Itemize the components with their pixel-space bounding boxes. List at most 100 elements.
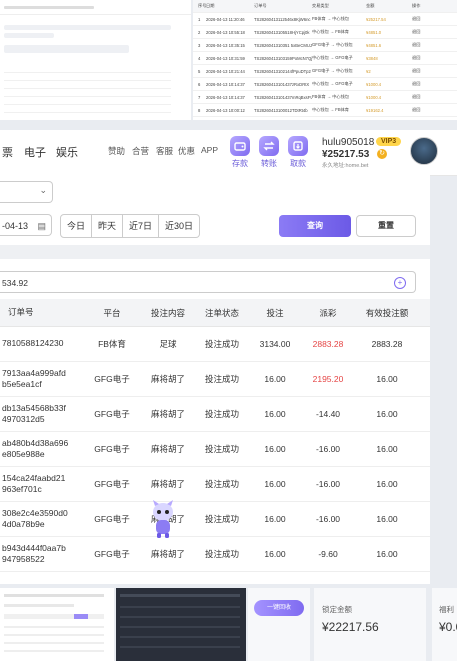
records-row: 1 2026-04-13 11:20:46 TS28260413112546x8Kj… bbox=[193, 13, 457, 26]
cell-status: 投注成功 bbox=[204, 373, 239, 384]
deposit-label[interactable]: 存款 bbox=[225, 158, 255, 169]
cell-effective bbox=[362, 571, 412, 584]
cell-payout: -16.00 bbox=[315, 478, 341, 489]
wallet-balance: ¥25217.53 bbox=[322, 149, 370, 160]
table-row[interactable]: 7810588124230 FB体育 足球 投注成功 3134.00 2883.28 288… bbox=[0, 326, 430, 362]
records-row: 3 2026-04-13 10:35:15 TS2826041310351 5xBe… bbox=[193, 39, 457, 52]
records-cell[interactable]: 退回 bbox=[412, 55, 442, 61]
cell-id: b943d444f0aa7b 947958522 bbox=[2, 542, 66, 564]
locked-amount-label: 锁定金额 bbox=[322, 605, 352, 614]
thumbnail-screenshot-bottom-left bbox=[0, 588, 114, 661]
nav-item-partner[interactable]: 合营 bbox=[132, 145, 149, 157]
records-cell: ¥1000.4 bbox=[366, 94, 382, 100]
nav-item-electronic[interactable]: 电子 bbox=[24, 144, 46, 160]
cell-effective: 16.00 bbox=[376, 548, 398, 559]
table-row[interactable]: b943d444f0aa7b 947958522 GFG电子 麻将胡了 投注成功 16.… bbox=[0, 536, 430, 572]
cell-status bbox=[196, 571, 248, 584]
quick-date-today[interactable]: 今日 bbox=[60, 214, 93, 238]
records-cell: 2 bbox=[198, 29, 201, 35]
quick-date-7days[interactable]: 近7日 bbox=[123, 214, 160, 238]
nav-item-sponsor[interactable]: 赞助 bbox=[108, 145, 125, 157]
records-cell: 2026-04-13 10:00:12 bbox=[206, 107, 245, 113]
search-button[interactable]: 查询 bbox=[279, 215, 351, 237]
cell-platform: GFG电子 bbox=[94, 373, 130, 384]
records-cell[interactable]: 退回 bbox=[412, 107, 442, 113]
records-cell: 5 bbox=[198, 68, 201, 74]
cell-id: a49b27345894b bbox=[2, 571, 90, 584]
reset-button[interactable]: 重置 bbox=[356, 215, 416, 237]
avatar[interactable] bbox=[410, 137, 438, 165]
nav-item-service[interactable]: 客服 bbox=[156, 145, 173, 157]
thumbnail-nav bbox=[0, 0, 191, 15]
add-circle-icon[interactable]: + bbox=[394, 277, 406, 289]
quick-date-30days[interactable]: 近30日 bbox=[159, 214, 201, 238]
records-cell: 中心钱包 → GFG电子 bbox=[312, 81, 353, 86]
table-row[interactable]: a49b27345894b bbox=[0, 571, 430, 584]
cell-content: 麻将胡了 bbox=[150, 373, 185, 384]
withdraw-icon[interactable] bbox=[288, 136, 308, 156]
records-cell[interactable]: 退回 bbox=[412, 16, 442, 22]
records-cell: ¥3848 bbox=[366, 55, 378, 61]
table-row[interactable]: 308e2c4e3590d0 4d0a78b9eGFG电子麻将胡了投注成功16.… bbox=[0, 501, 430, 537]
cell-effective: 16.00 bbox=[376, 443, 398, 454]
nav-item-lottery[interactable]: 票 bbox=[2, 144, 13, 160]
cell-effective: 2883.28 bbox=[371, 338, 403, 349]
withdraw-label[interactable]: 取款 bbox=[283, 158, 313, 169]
records-cell: 中心钱包 → FB体育 bbox=[312, 29, 349, 34]
thumbnail-row bbox=[4, 82, 171, 89]
records-row: 7 2026-04-13 10:14:37 TS28260413101437mRqB… bbox=[193, 91, 457, 104]
cell-bet: 16.00 bbox=[264, 443, 286, 454]
quick-date-yesterday[interactable]: 昨天 bbox=[92, 214, 124, 238]
records-cell[interactable]: 退回 bbox=[412, 29, 442, 35]
welfare-label: 福利 bbox=[439, 605, 454, 614]
thumbnail-line bbox=[4, 33, 54, 38]
transfer-label[interactable]: 转账 bbox=[254, 158, 284, 169]
cell-payout: -9.60 bbox=[318, 548, 338, 559]
nav-item-promo[interactable]: 优惠 bbox=[178, 145, 195, 157]
header-content: 投注内容 bbox=[150, 307, 185, 318]
cell-effective: 16.00 bbox=[376, 408, 398, 419]
date-input[interactable]: -04-13 ▤ bbox=[0, 214, 52, 236]
cell-content: 麻将胡了 bbox=[150, 478, 185, 489]
cell-payout bbox=[306, 571, 350, 584]
records-row: 8 2026-04-13 10:00:12 TS28260413100012TDtR… bbox=[193, 104, 457, 117]
recycle-card bbox=[248, 588, 310, 661]
cell-platform: GFG电子 bbox=[94, 548, 130, 559]
order-search-value: 534.92 bbox=[2, 278, 28, 288]
cell-platform: GFG电子 bbox=[94, 443, 130, 454]
records-cell[interactable]: 退回 bbox=[412, 94, 442, 100]
records-cell: TS2826041310351 5xBeCMUJrl bbox=[254, 42, 312, 48]
cell-bet bbox=[254, 571, 296, 584]
records-cell[interactable]: 退回 bbox=[412, 68, 442, 74]
transfer-icon[interactable] bbox=[259, 136, 279, 156]
table-row[interactable]: db13a54568b33f 4970312d5 GFG电子 麻将胡了 投注成功 16.… bbox=[0, 396, 430, 432]
one-click-recycle-button[interactable]: 一键回收 bbox=[254, 600, 304, 616]
deposit-icon[interactable] bbox=[230, 136, 250, 156]
table-row[interactable]: ab480b4d38a696 e805e988e GFG电子 麻将胡了 投注成功 16.… bbox=[0, 431, 430, 467]
cell-effective: 16.00 bbox=[376, 478, 398, 489]
cell-effective: 16.00 bbox=[376, 373, 398, 384]
cell-content bbox=[144, 571, 192, 584]
table-row[interactable]: 154ca24faabd21 963ef701c GFG电子 麻将胡了 投注成功 16.… bbox=[0, 466, 430, 502]
cell-content: 麻将胡了 bbox=[150, 548, 185, 559]
records-cell[interactable]: 退回 bbox=[412, 42, 442, 48]
date-value: -04-13 bbox=[2, 221, 29, 231]
cell-id: db13a54568b33f 4970312d5 bbox=[2, 402, 66, 424]
records-header-cell: 金额 bbox=[366, 3, 375, 8]
thumbnail-filter bbox=[4, 45, 129, 53]
permanent-address: 永久地址:home.bet bbox=[322, 163, 369, 169]
nav-item-app[interactable]: APP bbox=[201, 145, 218, 155]
order-search-input[interactable]: 534.92 + bbox=[0, 271, 416, 293]
header-bet: 投注 bbox=[266, 307, 284, 318]
cell-platform: GFG电子 bbox=[94, 513, 130, 524]
cell-content: 麻将胡了 bbox=[150, 443, 185, 454]
table-row[interactable]: 7913aa4a999afd b5e5ea1cf GFG电子 麻将胡了 投注成功 16.… bbox=[0, 361, 430, 397]
nav-item-entertainment[interactable]: 娱乐 bbox=[56, 144, 78, 160]
refresh-balance-icon[interactable]: ↻ bbox=[377, 149, 387, 159]
thumbnail-row bbox=[4, 90, 171, 97]
records-cell: TS28260413101437mRqBxsFU bbox=[254, 94, 312, 100]
records-cell: 中心钱包 → GFG电子 bbox=[312, 55, 353, 60]
platform-select[interactable]: ⌄ bbox=[0, 181, 53, 203]
records-cell[interactable]: 退回 bbox=[412, 81, 442, 87]
cell-id: 308e2c4e3590d0 4d0a78b9e bbox=[2, 507, 68, 529]
